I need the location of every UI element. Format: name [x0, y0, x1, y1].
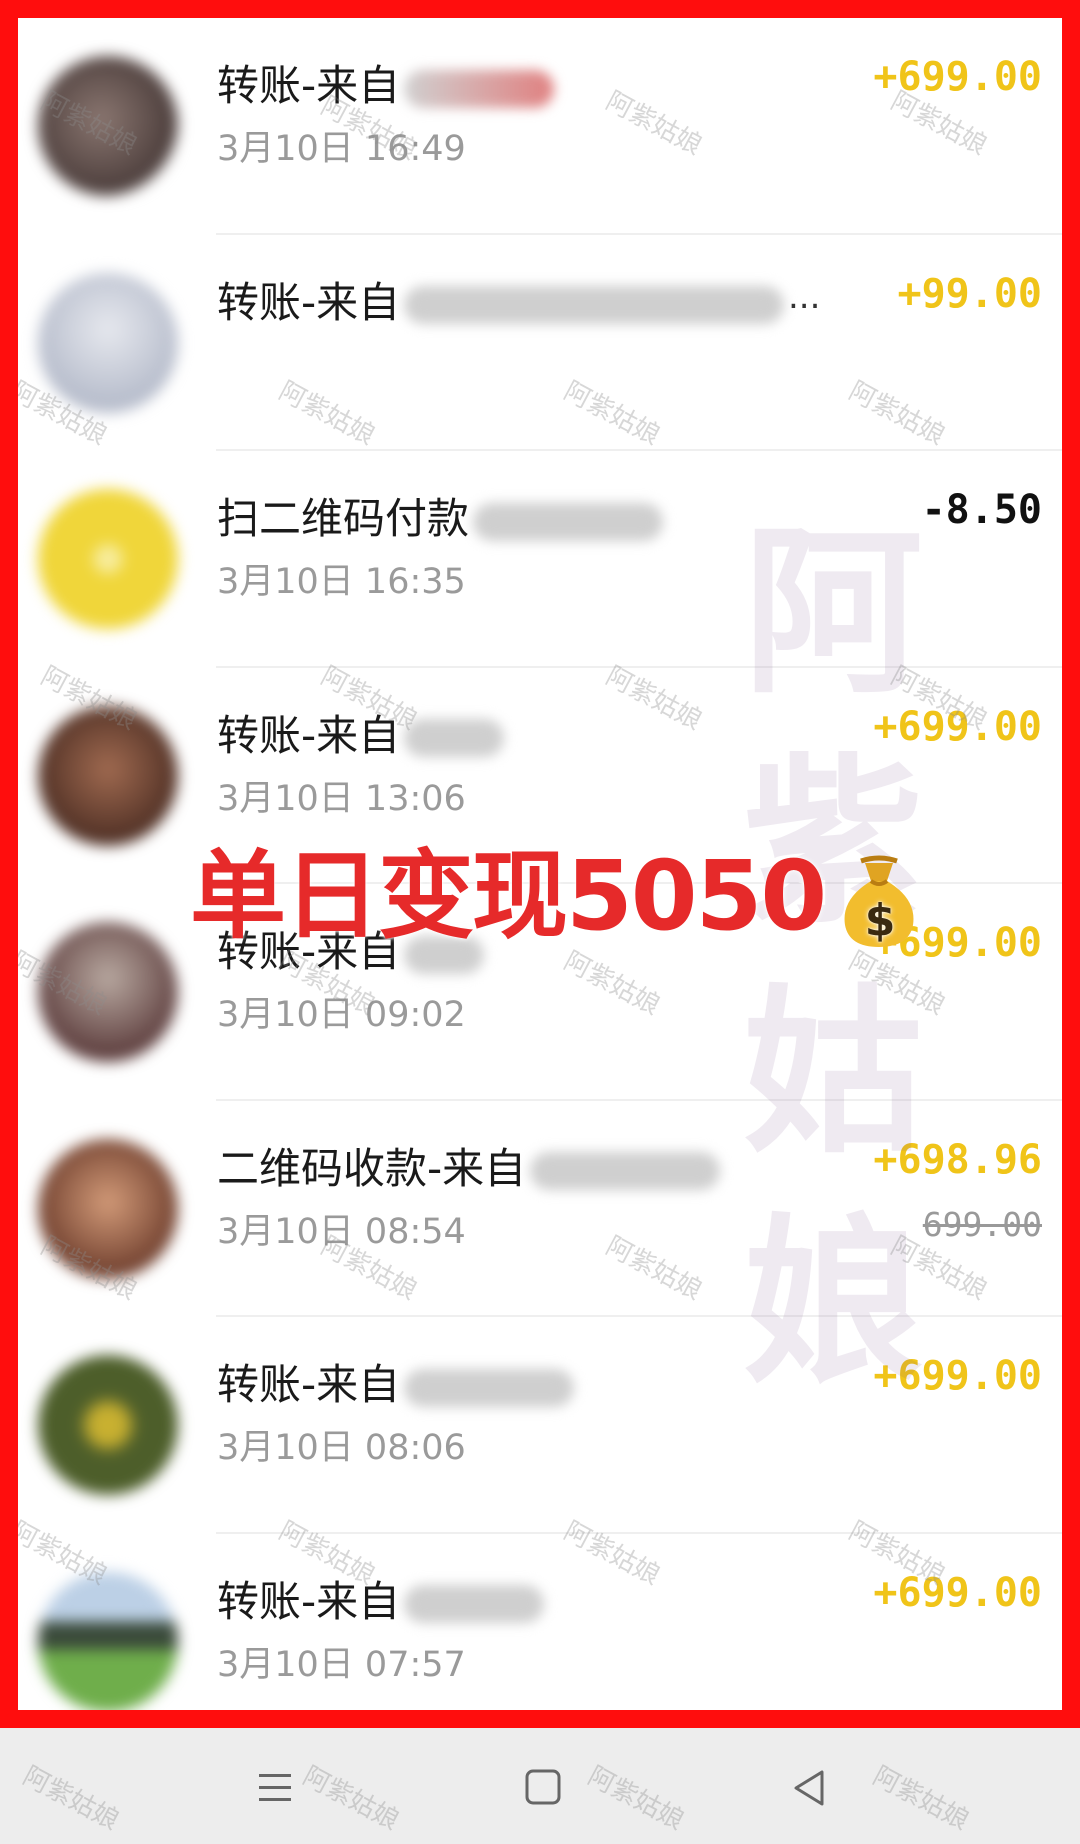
- transaction-title: 转账-来自: [217, 61, 401, 110]
- money-bag-icon: $: [831, 855, 927, 951]
- transaction-title: 转账-来自: [217, 277, 401, 327]
- transaction-row[interactable]: 转账-来自 3月10日 16:49 +699.00: [18, 18, 1062, 235]
- transaction-amount: +699.00: [873, 1569, 1042, 1616]
- blurred-name: [404, 719, 505, 757]
- screenshot-frame: 转账-来自 3月10日 16:49 +699.00 转账-来自 ... +99.…: [0, 0, 1080, 1728]
- watermark-text: 阿紫姑娘: [582, 1761, 689, 1837]
- blurred-name: [404, 286, 785, 324]
- blurred-name: [530, 1152, 721, 1190]
- watermark-text: 阿紫姑娘: [297, 1761, 404, 1837]
- blurred-name: [473, 502, 664, 541]
- avatar: [38, 1355, 178, 1495]
- transaction-date: 3月10日 08:06: [217, 1428, 466, 1468]
- banner-text: 单日变现5050: [190, 840, 827, 952]
- transaction-amount: +99.00: [897, 270, 1043, 317]
- transaction-date: 3月10日 16:35: [217, 562, 466, 602]
- avatar: [38, 489, 178, 629]
- transaction-title: 二维码收款-来自: [217, 1143, 527, 1193]
- back-triangle-icon[interactable]: [780, 1758, 840, 1818]
- large-watermark: 阿紫姑娘: [742, 507, 923, 1408]
- blurred-name: [404, 1585, 545, 1623]
- menu-icon[interactable]: [245, 1758, 305, 1818]
- transaction-date: 3月10日 13:06: [217, 778, 466, 819]
- transaction-title: 转账-来自: [217, 1576, 401, 1626]
- blurred-name: [404, 1368, 575, 1407]
- earnings-banner: 单日变现5050 $: [190, 818, 927, 957]
- truncation-ellipsis: ...: [788, 276, 821, 317]
- blurred-name: [404, 69, 555, 108]
- avatar: [38, 1571, 178, 1710]
- transaction-date: 3月10日 07:57: [217, 1644, 466, 1685]
- system-navigation-bar: 阿紫姑娘 阿紫姑娘 阿紫姑娘 阿紫姑娘: [0, 1728, 1080, 1844]
- watermark-text: 阿紫姑娘: [867, 1761, 974, 1837]
- watermark-text: 阿紫姑娘: [17, 1761, 124, 1837]
- transaction-title: 转账-来自: [217, 1360, 401, 1409]
- home-square-icon[interactable]: [513, 1758, 573, 1818]
- svg-text:$: $: [865, 895, 894, 946]
- transaction-title: 扫二维码付款: [217, 494, 470, 543]
